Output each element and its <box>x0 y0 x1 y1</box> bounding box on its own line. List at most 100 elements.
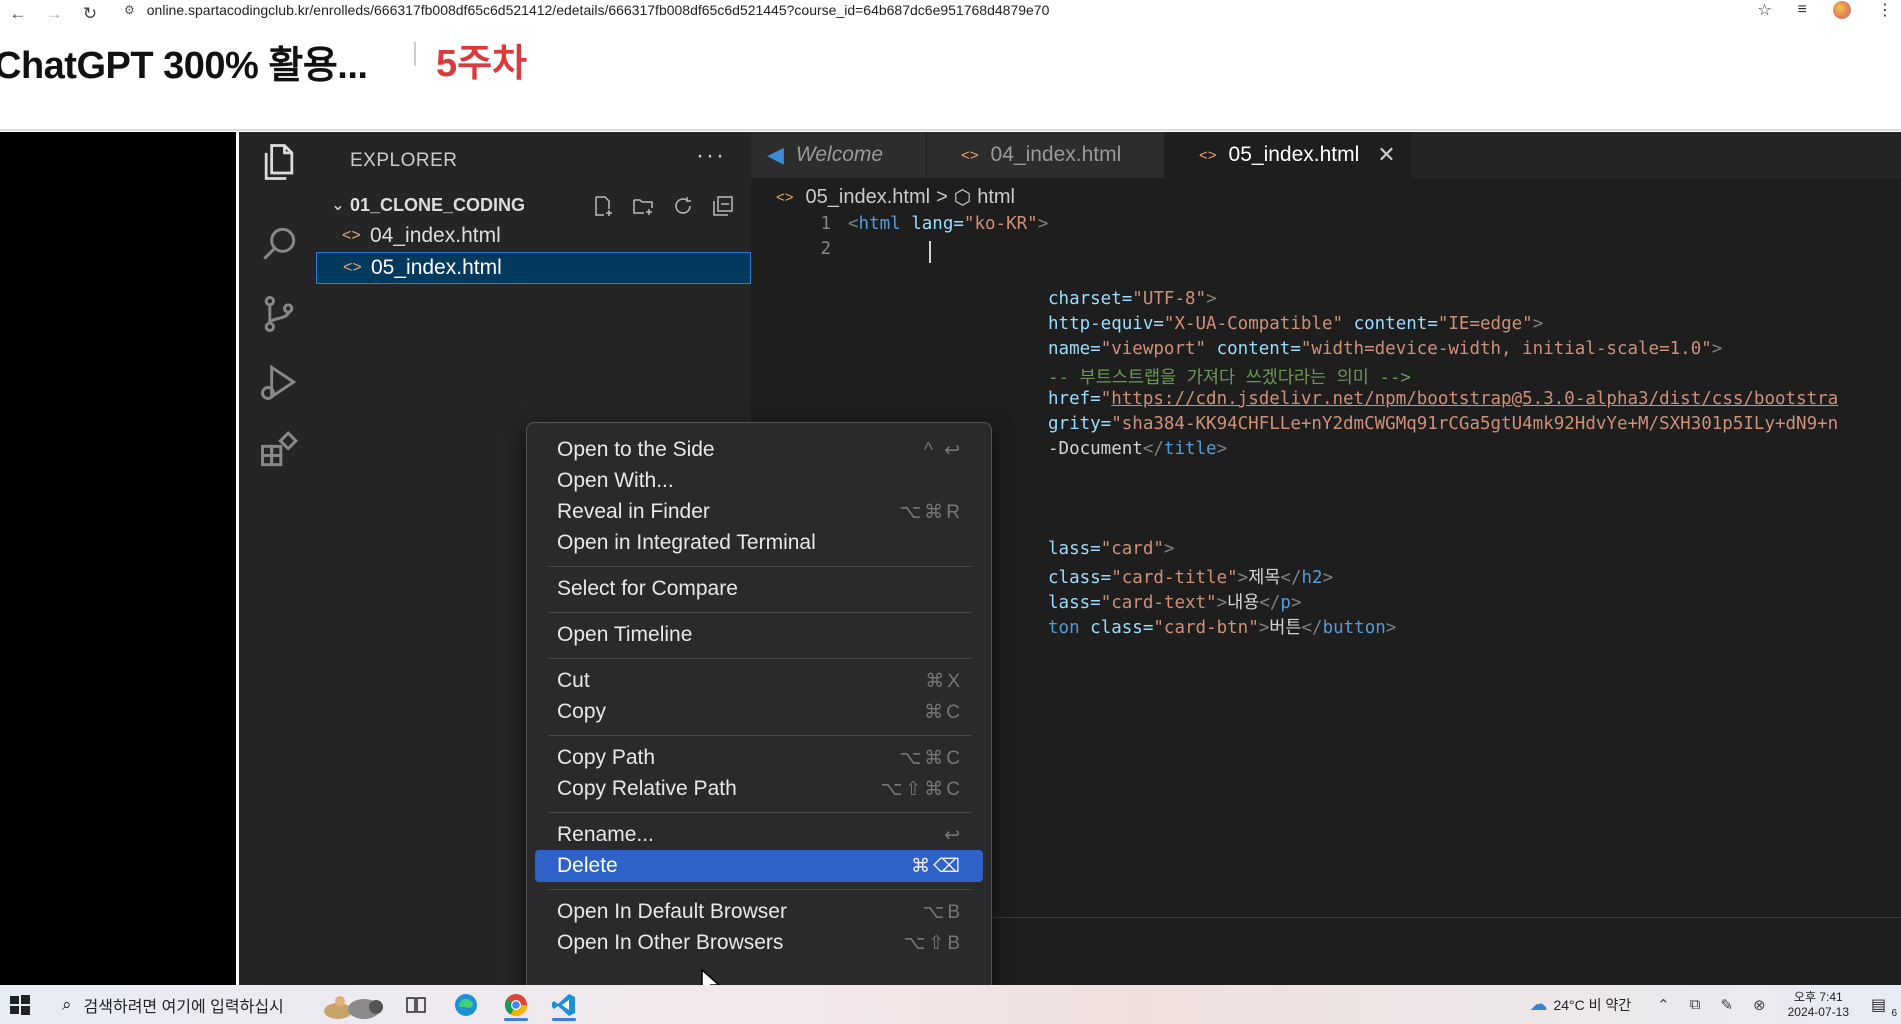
extensions-icon[interactable] <box>239 420 319 480</box>
collapse-all-icon[interactable] <box>709 193 737 219</box>
run-debug-icon[interactable] <box>239 352 319 412</box>
media-list-icon[interactable]: ≡ <box>1798 1 1807 19</box>
task-view-icon[interactable] <box>396 989 436 1021</box>
code-line: class="card-title">제목</h2> <box>1048 568 1334 588</box>
folder-name: 01_CLONE_CODING <box>350 194 526 215</box>
menu-item-reveal-in-finder[interactable]: Reveal in Finder ⌥⌘R <box>535 496 983 528</box>
system-tray: ☁ 24°C 비 약간 ⌃ ⧉ ✎ ⊗ 오후 7:41 2024-07-13 ▤… <box>1529 985 1901 1024</box>
html-file-icon: <> <box>776 188 794 206</box>
code-line: http-equiv="X-UA-Compatible" content="IE… <box>1048 314 1544 334</box>
menu-item-open-to-side[interactable]: Open to the Side ^ ↩ <box>535 434 983 466</box>
back-arrow-icon[interactable]: ← <box>0 2 36 26</box>
more-menu-icon[interactable]: ⋮ <box>1877 0 1893 20</box>
site-info-icon[interactable]: ⚙ <box>124 3 135 17</box>
input-method-icon[interactable]: ⧉ <box>1690 996 1701 1013</box>
file-name: 04_index.html <box>370 224 501 247</box>
menu-item-delete[interactable]: Delete ⌘⌫ <box>535 850 983 882</box>
reload-icon[interactable]: ↻ <box>72 2 108 26</box>
tab-label: Welcome <box>795 143 884 166</box>
weather-widget[interactable]: ☁ 24°C 비 약간 <box>1529 994 1631 1015</box>
more-actions-icon[interactable]: ··· <box>696 142 726 170</box>
weather-text: 24°C 비 약간 <box>1553 996 1632 1013</box>
week-label: 5주차 <box>436 43 528 85</box>
activity-bar <box>236 132 316 985</box>
menu-item-open-with[interactable]: Open With... <box>535 465 983 497</box>
explorer-title: EXPLORER <box>350 150 458 171</box>
search-icon[interactable] <box>239 214 319 274</box>
context-menu: Open to the Side ^ ↩ Open With... Reveal … <box>526 422 992 985</box>
code-line: <html lang="ko-KR"> <box>848 214 1049 234</box>
menu-item-open-in-terminal[interactable]: Open in Integrated Terminal <box>535 527 983 559</box>
close-icon[interactable]: ✕ <box>1377 142 1395 168</box>
code-line: lass="card"> <box>1048 539 1175 559</box>
chrome-browser-icon[interactable] <box>496 989 536 1021</box>
taskbar-clock[interactable]: 오후 7:41 2024-07-13 <box>1788 990 1849 1020</box>
line-number: 1 <box>820 214 831 234</box>
menu-item-select-for-compare[interactable]: Select for Compare <box>535 573 983 605</box>
file-item-selected[interactable]: <> 05_index.html <box>316 252 751 284</box>
vscode-logo-icon: ◀ <box>767 142 784 167</box>
menu-item-rename[interactable]: Rename... ↩ <box>535 819 983 851</box>
browser-toolbar: ← → ↻ ⚙ online.spartacodingclub.kr/enrol… <box>0 0 1901 28</box>
new-folder-icon[interactable] <box>629 193 657 219</box>
menu-item-copy-path[interactable]: Copy Path ⌥⌘C <box>535 742 983 774</box>
vscode-app-icon[interactable] <box>544 989 584 1021</box>
explorer-files-icon[interactable] <box>239 132 319 192</box>
file-item[interactable]: <> 04_index.html <box>316 220 751 252</box>
forward-arrow-icon[interactable]: → <box>36 2 72 26</box>
text-cursor <box>929 241 931 263</box>
breadcrumb-symbol[interactable]: html <box>977 186 1015 209</box>
code-line: name="viewport" content="width=device-wi… <box>1048 339 1723 359</box>
vscode-window: EXPLORER ··· ⌄ 01_CLONE_CODING <> 04_ind… <box>236 132 1901 985</box>
code-comment: -- 부트스트랩을 가져다 쓰겠다라는 의미 --> <box>1048 368 1411 388</box>
chevron-up-icon[interactable]: ⌃ <box>1657 996 1670 1014</box>
rain-cloud-icon: ☁ <box>1529 994 1548 1014</box>
menu-item-copy-relative-path[interactable]: Copy Relative Path ⌥⇧⌘C <box>535 773 983 805</box>
windows-taskbar: ⌕ 검색하려면 여기에 입력하십시 ☁ 24°C 비 약간 ⌃ ⧉ ✎ ⊗ 오후… <box>0 985 1901 1024</box>
tab-05-index[interactable]: <> 05_index.html ✕ <box>1165 132 1411 178</box>
code-line: ton class="card-btn">버튼</button> <box>1048 618 1397 638</box>
code-line: charset="UTF-8"> <box>1048 289 1217 309</box>
menu-item-open-other-browsers[interactable]: Open In Other Browsers ⌥⇧B <box>535 927 983 959</box>
clock-time: 오후 7:41 <box>1793 989 1843 1004</box>
windows-start-icon[interactable] <box>8 993 32 1017</box>
menu-separator <box>549 566 971 567</box>
title-divider <box>414 42 416 66</box>
code-line: grity="sha384-KK94CHFLLe+nY2dmCWGMq91rCG… <box>1048 414 1839 434</box>
tab-04-index[interactable]: <> 04_index.html <box>927 132 1165 178</box>
clock-date: 2024-07-13 <box>1787 1004 1849 1019</box>
symbol-icon: ⬡ <box>953 186 972 209</box>
notification-center-icon[interactable]: ▤ 6 <box>1871 995 1897 1019</box>
pen-icon[interactable]: ✎ <box>1720 996 1733 1014</box>
bookmark-star-icon[interactable]: ☆ <box>1757 0 1771 20</box>
mouse-cursor-icon <box>701 968 721 985</box>
refresh-icon[interactable] <box>669 193 697 219</box>
menu-item-open-default-browser[interactable]: Open In Default Browser ⌥B <box>535 896 983 928</box>
menu-separator <box>549 812 971 813</box>
edge-browser-icon[interactable] <box>446 989 486 1021</box>
code-line: -Document</title> <box>1048 439 1228 459</box>
notification-badge: 6 <box>1891 1007 1897 1019</box>
screen: ← → ↻ ⚙ online.spartacodingclub.kr/enrol… <box>0 0 1901 1024</box>
tab-label: 04_index.html <box>990 143 1122 166</box>
close-circle-icon[interactable]: ⊗ <box>1753 996 1766 1014</box>
menu-item-cut[interactable]: Cut ⌘X <box>535 665 983 697</box>
menu-separator <box>549 658 971 659</box>
menu-separator <box>549 735 971 736</box>
course-title: ChatGPT 300% 활용... <box>0 45 368 87</box>
breadcrumb-file[interactable]: 05_index.html <box>806 186 931 209</box>
menu-item-open-timeline[interactable]: Open Timeline <box>535 619 983 651</box>
menu-item-copy[interactable]: Copy ⌘C <box>535 696 983 728</box>
html-file-icon: <> <box>961 146 979 164</box>
address-bar[interactable]: ⚙ online.spartacodingclub.kr/enrolleds/6… <box>124 0 1049 20</box>
search-icon: ⌕ <box>62 994 72 1014</box>
breadcrumb-separator: > <box>936 185 948 208</box>
code-line: lass="card-text">내용</p> <box>1048 593 1302 613</box>
tab-welcome[interactable]: ◀ Welcome <box>751 132 927 178</box>
source-control-icon[interactable] <box>239 284 319 344</box>
tab-label: 05_index.html <box>1228 143 1360 166</box>
new-file-icon[interactable] <box>589 193 617 219</box>
profile-avatar[interactable] <box>1833 1 1851 19</box>
lecture-video[interactable]: EXPLORER ··· ⌄ 01_CLONE_CODING <> 04_ind… <box>0 132 1901 985</box>
folder-header[interactable]: ⌄ 01_CLONE_CODING <box>326 190 751 220</box>
